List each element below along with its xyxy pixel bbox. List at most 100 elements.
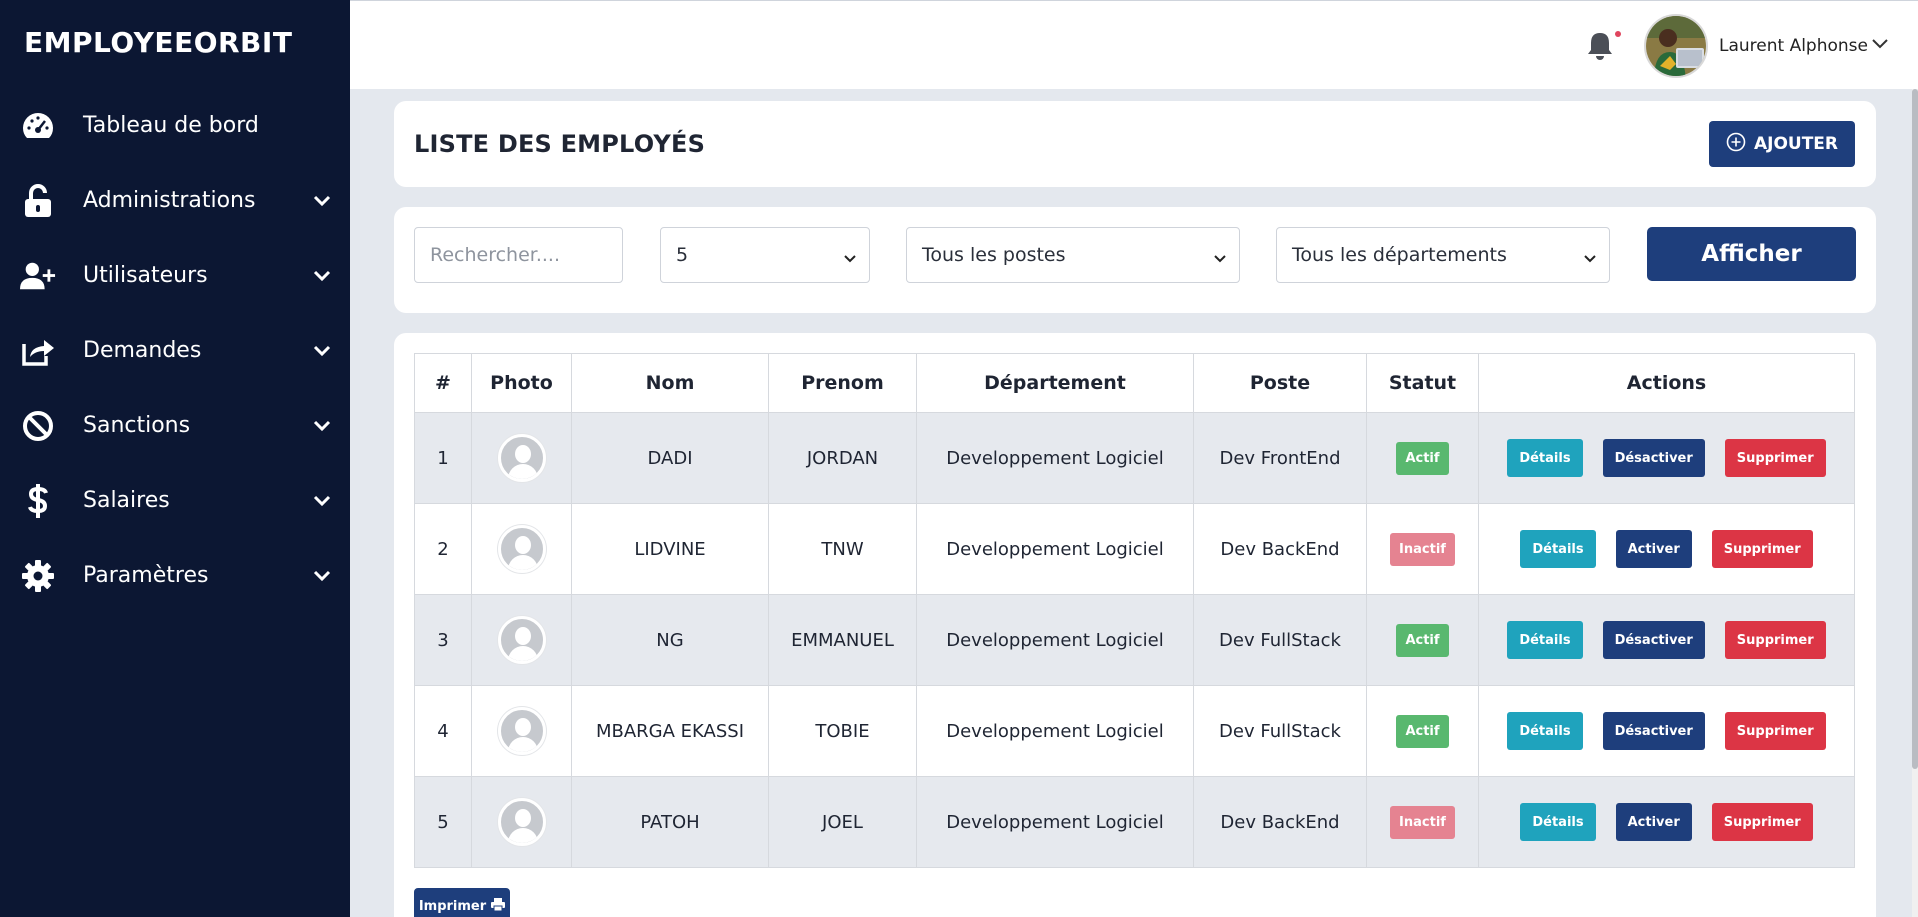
delete-button[interactable]: Supprimer: [1711, 803, 1813, 841]
chevron-down-icon: [311, 340, 333, 362]
page-scrollbar[interactable]: [1912, 89, 1918, 917]
details-button[interactable]: Détails: [1507, 439, 1583, 477]
row-number: 5: [414, 776, 472, 868]
chevron-down-icon[interactable]: [1871, 36, 1891, 56]
brand-logo[interactable]: EMPLOYEEORBIT: [24, 26, 292, 59]
details-button[interactable]: Détails: [1507, 712, 1583, 750]
poste-value: Tous les postes: [922, 244, 1066, 266]
chevron-down-icon: [311, 415, 333, 437]
employee-department: Developpement Logiciel: [916, 594, 1194, 686]
employee-department: Developpement Logiciel: [916, 503, 1194, 595]
ban-icon: [20, 408, 56, 444]
chevron-down-icon: [311, 190, 333, 212]
sidebar-item-tableau-de-bord[interactable]: Tableau de bord: [0, 88, 350, 163]
poste-select[interactable]: Tous les postes: [906, 227, 1240, 283]
employee-position: Dev FrontEnd: [1193, 412, 1367, 504]
sidebar-item-label: Sanctions: [83, 413, 191, 438]
employee-first-name: EMMANUEL: [768, 594, 917, 686]
chevron-down-icon: [843, 247, 859, 263]
table-row: 3 NG EMMANUEL Developpement Logiciel Dev…: [414, 594, 1855, 686]
employee-department: Developpement Logiciel: [916, 776, 1194, 868]
department-select[interactable]: Tous les départements: [1276, 227, 1610, 283]
column-header: Nom: [571, 353, 769, 413]
column-header: Photo: [471, 353, 572, 413]
column-header: Statut: [1366, 353, 1479, 413]
search-input[interactable]: Rechercher....: [414, 227, 623, 283]
sidebar-item-label: Demandes: [83, 338, 202, 363]
sidebar: EMPLOYEEORBIT Tableau de bord Administra…: [0, 0, 350, 917]
department-value: Tous les départements: [1292, 244, 1507, 266]
tachometer-icon: [20, 108, 56, 144]
status-badge: Actif: [1396, 714, 1449, 748]
employee-position: Dev BackEnd: [1193, 503, 1367, 595]
column-header: Actions: [1478, 353, 1855, 413]
printer-icon: [491, 897, 506, 915]
notification-dot: [1615, 31, 1621, 37]
table-row: 2 LIDVINE TNW Developpement Logiciel Dev…: [414, 503, 1855, 595]
share-icon: [20, 333, 56, 369]
table-header-row: # Photo Nom Prenom Département Poste Sta…: [414, 353, 1855, 413]
sidebar-item-demandes[interactable]: Demandes: [0, 313, 350, 388]
row-number: 2: [414, 503, 472, 595]
employee-department: Developpement Logiciel: [916, 412, 1194, 504]
delete-button[interactable]: Supprimer: [1724, 712, 1826, 750]
sidebar-item-salaires[interactable]: Salaires: [0, 463, 350, 538]
delete-button[interactable]: Supprimer: [1711, 530, 1813, 568]
row-number: 1: [414, 412, 472, 504]
details-button[interactable]: Détails: [1520, 803, 1596, 841]
row-number: 4: [414, 685, 472, 777]
user-name[interactable]: Laurent Alphonse: [1719, 36, 1868, 56]
add-button-label: AJOUTER: [1753, 134, 1839, 154]
page-title: LISTE DES EMPLOYÉS: [414, 130, 706, 158]
sidebar-item-sanctions[interactable]: Sanctions: [0, 388, 350, 463]
employee-first-name: TNW: [768, 503, 917, 595]
gear-icon: [20, 558, 56, 594]
add-employee-button[interactable]: AJOUTER: [1709, 121, 1855, 167]
deactivate-button[interactable]: Désactiver: [1602, 439, 1705, 477]
employee-last-name: MBARGA EKASSI: [571, 685, 769, 777]
chevron-down-icon: [1583, 247, 1599, 263]
user-plus-icon: [20, 258, 56, 294]
unlock-icon: [20, 183, 56, 219]
delete-button[interactable]: Supprimer: [1724, 621, 1826, 659]
employee-first-name: JOEL: [768, 776, 917, 868]
table-row: 4 MBARGA EKASSI TOBIE Developpement Logi…: [414, 685, 1855, 777]
sidebar-item-label: Paramètres: [83, 563, 209, 588]
deactivate-button[interactable]: Désactiver: [1602, 712, 1705, 750]
page-size-select[interactable]: 5: [660, 227, 870, 283]
sidebar-item-utilisateurs[interactable]: Utilisateurs: [0, 238, 350, 313]
scrollbar-thumb[interactable]: [1912, 89, 1918, 769]
employee-photo: [497, 525, 546, 573]
employee-department: Developpement Logiciel: [916, 685, 1194, 777]
print-button[interactable]: Imprimer: [414, 888, 510, 917]
activate-button[interactable]: Activer: [1615, 803, 1692, 841]
employee-first-name: TOBIE: [768, 685, 917, 777]
column-header: Poste: [1193, 353, 1367, 413]
sidebar-item-label: Salaires: [83, 488, 170, 513]
details-button[interactable]: Détails: [1520, 530, 1596, 568]
chevron-down-icon: [311, 565, 333, 587]
show-button[interactable]: Afficher: [1647, 227, 1856, 281]
column-header: Département: [916, 353, 1194, 413]
details-button[interactable]: Détails: [1507, 621, 1583, 659]
employee-photo: [497, 616, 546, 664]
column-header: #: [414, 353, 472, 413]
delete-button[interactable]: Supprimer: [1724, 439, 1826, 477]
activate-button[interactable]: Activer: [1615, 530, 1692, 568]
deactivate-button[interactable]: Désactiver: [1602, 621, 1705, 659]
employee-last-name: PATOH: [571, 776, 769, 868]
sidebar-item-parametres[interactable]: Paramètres: [0, 538, 350, 613]
employee-photo: [497, 434, 546, 482]
status-badge: Actif: [1396, 623, 1449, 657]
sidebar-item-administrations[interactable]: Administrations: [0, 163, 350, 238]
employee-position: Dev FullStack: [1193, 594, 1367, 686]
page-header-card: LISTE DES EMPLOYÉS AJOUTER: [394, 101, 1876, 187]
employee-photo: [497, 798, 546, 846]
employee-last-name: NG: [571, 594, 769, 686]
bell-icon[interactable]: [1587, 31, 1615, 61]
status-badge: Inactif: [1390, 532, 1455, 566]
chevron-down-icon: [311, 490, 333, 512]
sidebar-item-label: Utilisateurs: [83, 263, 208, 288]
employee-first-name: JORDAN: [768, 412, 917, 504]
user-avatar[interactable]: [1644, 14, 1708, 78]
